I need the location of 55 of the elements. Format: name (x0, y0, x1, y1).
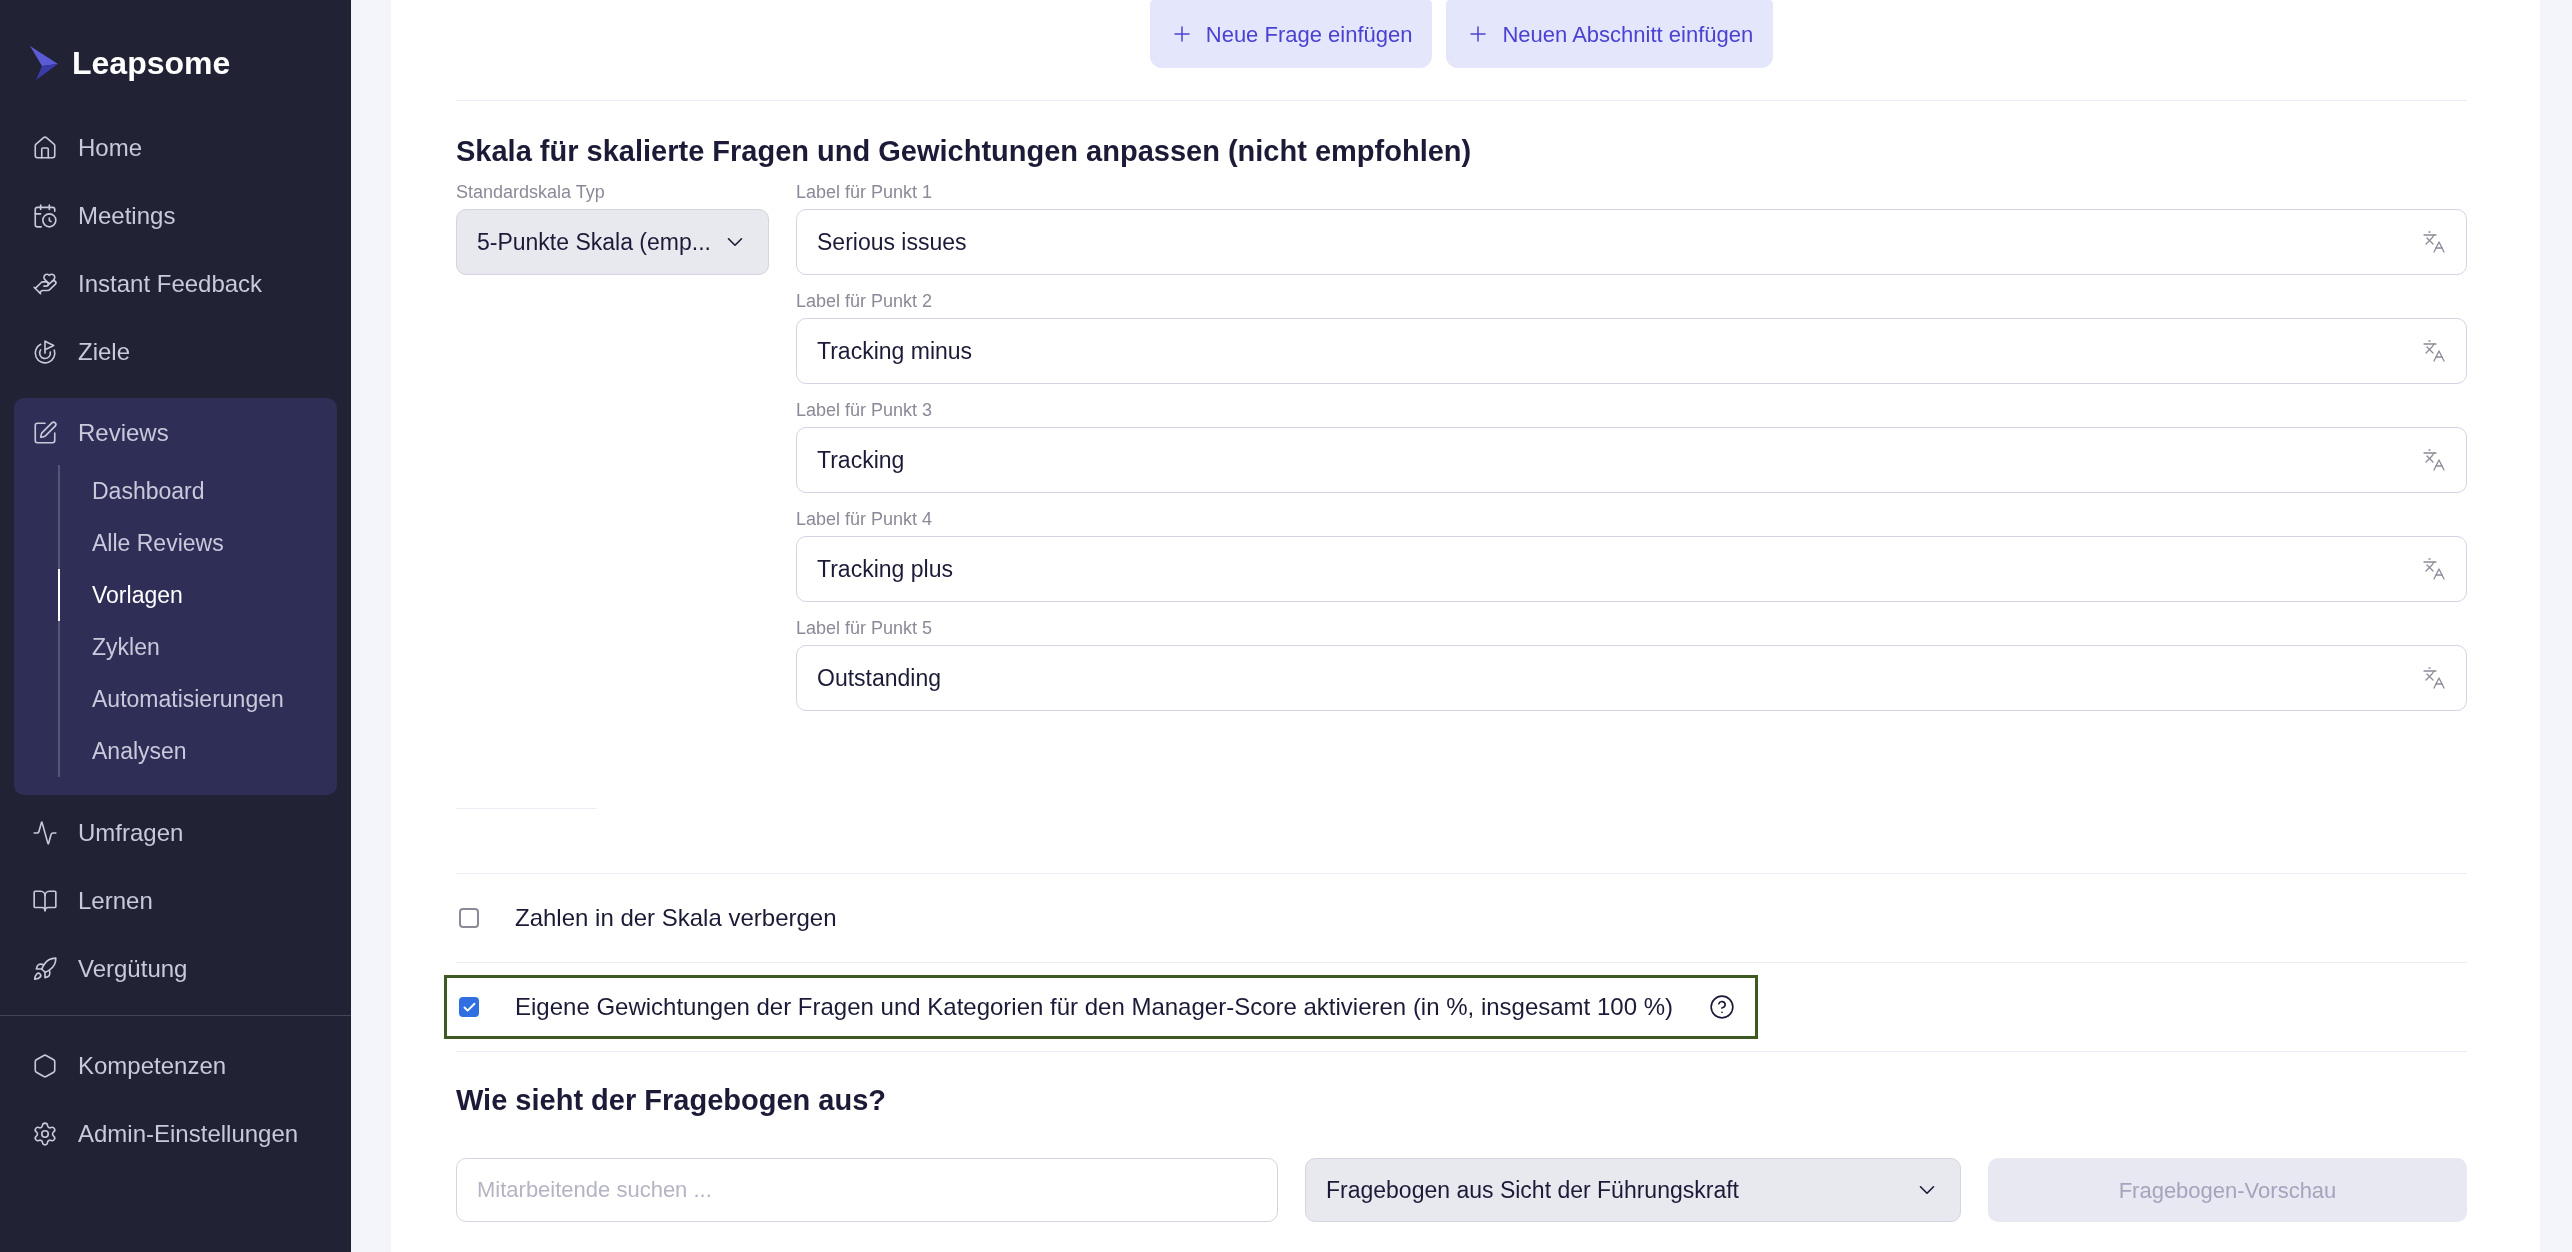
translate-icon (2422, 230, 2446, 254)
rocket-icon (32, 956, 58, 982)
nav-item[interactable]: Reviews (0, 411, 337, 455)
nav-item[interactable]: Ziele (0, 330, 351, 374)
target-icon (32, 339, 58, 365)
option-label: Zahlen in der Skala verbergen (515, 903, 837, 933)
nav-subitem[interactable]: Alle Reviews (58, 517, 337, 569)
nav-subitem[interactable]: Dashboard (58, 465, 337, 517)
field-label: Label für Punkt 2 (796, 290, 934, 313)
section-heading: Skala für skalierte Fragen und Gewichtungen anpassen (nicht empfohlen) (456, 134, 1473, 169)
book-icon (32, 888, 58, 914)
nav-item[interactable]: Admin-Einstellungen (0, 1112, 351, 1156)
text-field[interactable]: Serious issues (796, 209, 2467, 275)
nav-item[interactable]: Umfragen (0, 811, 351, 855)
nav-subitem[interactable]: Vorlagen (58, 569, 337, 621)
translate-icon (2422, 448, 2446, 472)
search-field[interactable]: Mitarbeitende suchen ... (456, 1158, 1278, 1222)
text-field[interactable]: Tracking plus (796, 536, 2467, 602)
scale-type-dropdown[interactable]: 5-Punkte Skala (emp... (456, 209, 769, 275)
nav-item[interactable]: Instant Feedback (0, 262, 351, 306)
field-label: Label für Punkt 4 (796, 508, 934, 531)
hand-heart-icon (32, 271, 58, 297)
checkbox[interactable] (459, 908, 479, 928)
logo-text: Leapsome (72, 44, 231, 83)
option-label: Eigene Gewichtungen der Fragen und Kategorien für den Manager-Score aktivieren (in %, insgesamt 100 %) (515, 992, 1673, 1022)
checkbox[interactable] (459, 997, 479, 1017)
nav-item[interactable]: Meetings (0, 194, 351, 238)
field-label: Label für Punkt 3 (796, 399, 934, 422)
text-field[interactable]: Tracking minus (796, 318, 2467, 384)
nav-item[interactable]: Kompetenzen (0, 1044, 351, 1088)
text-field[interactable]: Tracking (796, 427, 2467, 493)
field-label: Standardskala Typ (456, 181, 606, 204)
pen-square-icon (32, 420, 58, 446)
field-label: Label für Punkt 1 (796, 181, 934, 204)
hexagon-icon (32, 1053, 58, 1079)
translate-icon (2422, 339, 2446, 363)
nav-subitem[interactable]: Automatisierungen (58, 673, 337, 725)
text-field[interactable]: Outstanding (796, 645, 2467, 711)
nav-item[interactable]: Vergütung (0, 947, 351, 991)
translate-icon (2422, 666, 2446, 690)
nav-subitem[interactable]: Zyklen (58, 621, 337, 673)
perspective-dropdown[interactable]: Fragebogen aus Sicht der Führungskraft (1305, 1158, 1961, 1222)
add-button[interactable]: Neue Frage einfügen (1149, 0, 1433, 68)
settings-icon (32, 1121, 58, 1147)
nav-item[interactable]: Home (0, 126, 351, 170)
translate-icon (2422, 557, 2446, 581)
nav-item[interactable]: Lernen (0, 879, 351, 923)
section-heading: Wie sieht der Fragebogen aus? (456, 1083, 887, 1118)
add-button[interactable]: Neuen Abschnitt einfügen (1446, 0, 1774, 68)
calendar-icon (32, 203, 58, 229)
nav-subitem[interactable]: Analysen (58, 725, 337, 777)
help-icon[interactable] (1709, 994, 1735, 1020)
home-icon (32, 135, 58, 161)
pulse-icon (32, 820, 58, 846)
field-label: Label für Punkt 5 (796, 617, 934, 640)
